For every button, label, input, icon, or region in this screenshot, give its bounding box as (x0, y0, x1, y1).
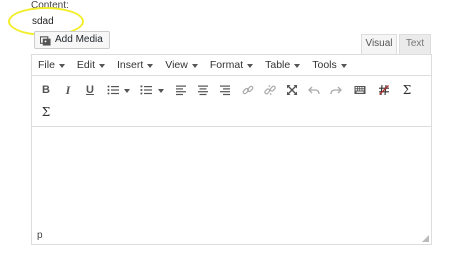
menu-edit[interactable]: Edit (76, 59, 106, 71)
menu-view-label: View (165, 59, 188, 71)
rich-text-editor: File Edit Insert View Format Table Tools… (31, 54, 432, 245)
chevron-down-icon (58, 63, 65, 68)
chevron-down-icon (340, 63, 347, 68)
content-label: Content: (31, 0, 69, 11)
menu-tools-label: Tools (312, 59, 337, 71)
add-media-button[interactable]: Add Media (34, 31, 110, 49)
content-input[interactable]: sdad (31, 14, 77, 30)
editor-menubar: File Edit Insert View Format Table Tools (32, 55, 431, 76)
editor-toolbar: B I U Σ Σ (32, 77, 431, 127)
underline-icon[interactable]: U (81, 81, 99, 99)
bullet-list-icon[interactable] (104, 81, 122, 99)
tab-text[interactable]: Text (399, 34, 431, 54)
fullscreen-icon[interactable] (283, 81, 301, 99)
menu-tools[interactable]: Tools (312, 59, 347, 71)
resize-handle-icon[interactable] (422, 235, 429, 242)
unlink-icon[interactable] (261, 81, 279, 99)
menu-view[interactable]: View (165, 59, 198, 71)
chevron-down-icon[interactable] (124, 89, 130, 93)
editor-content-area[interactable] (32, 128, 431, 228)
chevron-down-icon (247, 63, 254, 68)
element-path[interactable]: p (37, 230, 43, 241)
chevron-down-icon (191, 63, 198, 68)
menu-format[interactable]: Format (209, 59, 254, 71)
italic-icon[interactable]: I (59, 81, 77, 99)
link-icon[interactable] (239, 81, 257, 99)
bold-icon[interactable]: B (37, 81, 55, 99)
keyboard-icon[interactable] (351, 81, 369, 99)
tab-visual[interactable]: Visual (361, 34, 397, 54)
menu-table[interactable]: Table (265, 59, 301, 71)
menu-format-label: Format (209, 59, 244, 71)
chevron-down-icon (294, 63, 301, 68)
sigma-icon[interactable]: Σ (398, 81, 416, 99)
undo-icon[interactable] (305, 81, 323, 99)
numbered-list-icon[interactable] (137, 81, 155, 99)
align-center-icon[interactable] (194, 81, 212, 99)
align-left-icon[interactable] (172, 81, 190, 99)
sigma-icon[interactable]: Σ (37, 103, 55, 121)
menu-table-label: Table (265, 59, 291, 71)
menu-insert[interactable]: Insert (117, 59, 154, 71)
editor-statusbar: p (32, 228, 431, 244)
strikethrough-icon[interactable] (375, 81, 393, 99)
align-right-icon[interactable] (216, 81, 234, 99)
chevron-down-icon (147, 63, 154, 68)
media-icon (40, 35, 51, 46)
chevron-down-icon (99, 63, 106, 68)
chevron-down-icon[interactable] (158, 89, 164, 93)
add-media-label: Add Media (55, 34, 103, 45)
menu-insert-label: Insert (117, 59, 144, 71)
menu-edit-label: Edit (76, 59, 96, 71)
redo-icon[interactable] (327, 81, 345, 99)
menu-file[interactable]: File (38, 59, 65, 71)
menu-file-label: File (38, 59, 55, 71)
